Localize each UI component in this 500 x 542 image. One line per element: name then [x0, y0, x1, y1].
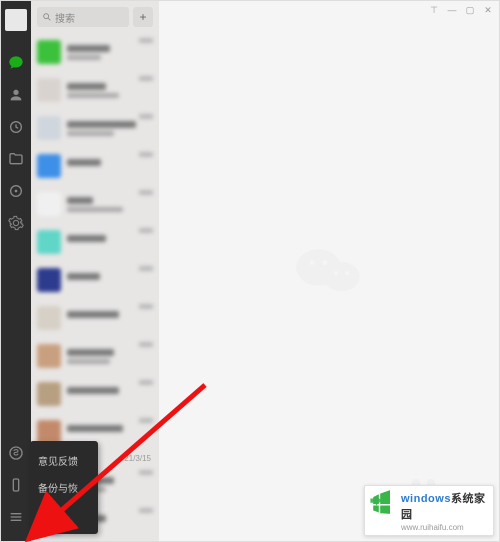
chat-avatar [37, 230, 61, 254]
chat-avatar [37, 78, 61, 102]
chat-timestamp [139, 342, 153, 347]
chat-item[interactable] [31, 299, 159, 337]
wechat-logo-icon [294, 241, 364, 301]
chat-avatar [37, 268, 61, 292]
chat-item[interactable] [31, 337, 159, 375]
popup-item-feedback[interactable]: 意见反馈 [30, 447, 98, 474]
chat-timestamp [139, 228, 153, 233]
chat-timestamp [139, 508, 153, 513]
chat-timestamp [139, 152, 153, 157]
files-icon[interactable] [6, 149, 26, 169]
chat-timestamp [139, 114, 153, 119]
chat-preview [67, 93, 119, 98]
chat-item[interactable] [31, 375, 159, 413]
chat-item[interactable] [31, 223, 159, 261]
chat-timestamp [139, 304, 153, 309]
chat-avatar [37, 154, 61, 178]
chat-avatar [37, 40, 61, 64]
chat-title [67, 121, 136, 128]
watermark-url: www.ruihaifu.com [401, 523, 487, 532]
more-menu-popup: 意见反馈 备份与恢 设置 [30, 441, 98, 534]
chat-title [67, 159, 101, 166]
chat-title [67, 45, 110, 52]
chat-title [67, 235, 106, 242]
miniprogram-icon[interactable] [6, 443, 26, 463]
chat-preview [67, 55, 101, 60]
chat-avatar [37, 116, 61, 140]
chat-avatar [37, 306, 61, 330]
search-input[interactable]: 搜索 [37, 7, 129, 27]
chat-item[interactable] [31, 109, 159, 147]
chat-item[interactable] [31, 185, 159, 223]
maximize-button[interactable]: ▢ [463, 3, 477, 17]
favorites-icon[interactable] [6, 117, 26, 137]
chat-list[interactable] [31, 33, 159, 452]
chat-title [67, 83, 106, 90]
phone-icon[interactable] [6, 475, 26, 495]
pin-button[interactable]: ⊤ [427, 3, 441, 17]
add-button[interactable]: + [133, 7, 153, 27]
chat-title [67, 349, 114, 356]
chat-item[interactable] [31, 261, 159, 299]
chat-item[interactable] [31, 33, 159, 71]
chat-title [67, 311, 119, 318]
chat-item[interactable] [31, 147, 159, 185]
watermark-card: windows系统家园 www.ruihaifu.com [364, 485, 494, 536]
chat-preview [67, 359, 110, 364]
left-rail [1, 1, 31, 541]
popup-item-settings[interactable]: 设置 [30, 501, 98, 528]
chat-timestamp [139, 380, 153, 385]
window-controls: ⊤ — ▢ ✕ [427, 3, 495, 17]
settings-icon[interactable] [6, 213, 26, 233]
close-button[interactable]: ✕ [481, 3, 495, 17]
chat-icon[interactable] [6, 53, 26, 73]
chat-title [67, 387, 119, 394]
popup-item-backup[interactable]: 备份与恢 [30, 474, 98, 501]
search-row: 搜索 + [31, 1, 159, 33]
chat-timestamp [139, 190, 153, 195]
search-icon [42, 12, 52, 22]
chat-avatar [37, 192, 61, 216]
chat-title [67, 197, 93, 204]
chat-timestamp [139, 470, 153, 475]
chat-title [67, 273, 100, 280]
search-placeholder: 搜索 [55, 10, 75, 25]
chat-timestamp [139, 38, 153, 43]
user-avatar[interactable] [5, 9, 27, 31]
watermark-title: windows系统家园 [401, 490, 487, 522]
main-panel: ⊤ — ▢ ✕ [159, 1, 499, 541]
chat-preview [67, 131, 114, 136]
chat-avatar [37, 344, 61, 368]
chat-item[interactable] [31, 71, 159, 109]
minimize-button[interactable]: — [445, 3, 459, 17]
chat-timestamp [139, 266, 153, 271]
menu-icon[interactable] [6, 507, 26, 527]
rail-bottom [1, 437, 31, 533]
chat-timestamp [139, 76, 153, 81]
chat-timestamp [139, 418, 153, 423]
chat-avatar [37, 382, 61, 406]
moments-icon[interactable] [6, 181, 26, 201]
contacts-icon[interactable] [6, 85, 26, 105]
chat-preview [67, 207, 123, 212]
windows-logo-icon [369, 490, 397, 514]
chat-title [67, 425, 123, 432]
